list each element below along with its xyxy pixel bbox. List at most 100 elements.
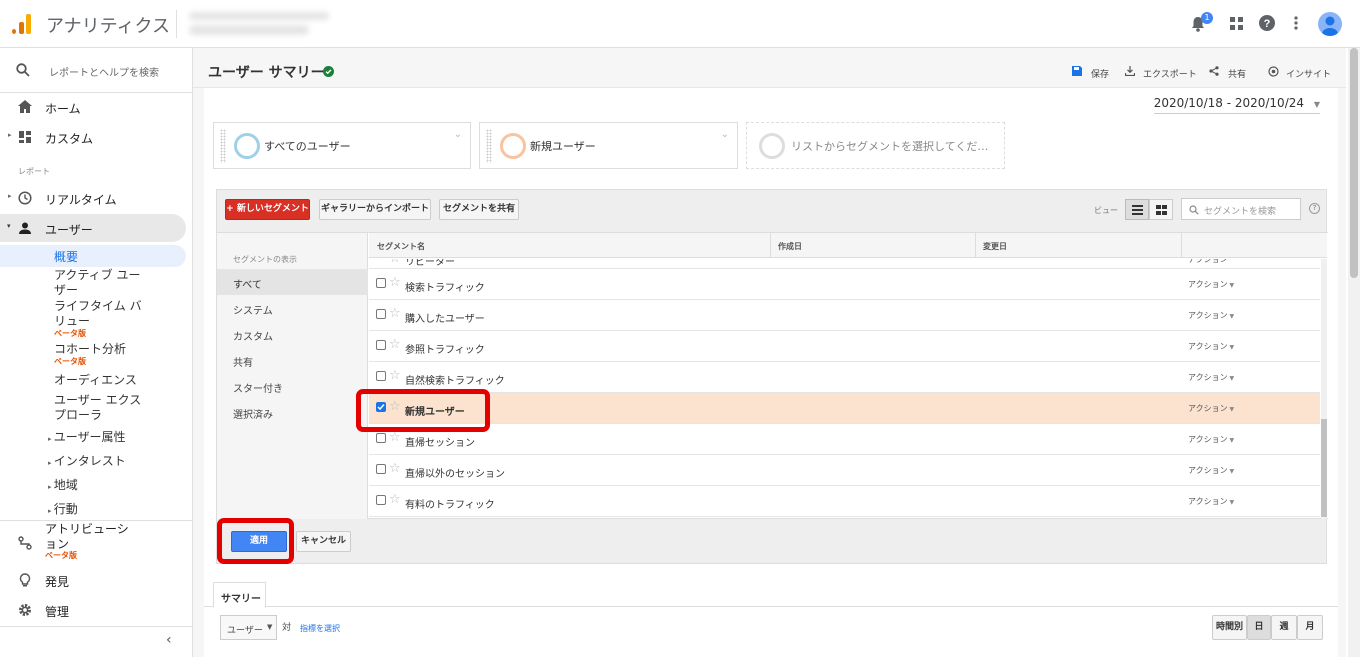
sidebar-search[interactable]: レポートとヘルプを検索 [0, 56, 193, 84]
help-icon[interactable]: ? [1258, 14, 1278, 34]
sidebar-item-cohort[interactable]: コホート分析 ベータ版 [54, 342, 174, 366]
date-range-picker[interactable]: 2020/10/18 - 2020/10/24 ▼ [1153, 96, 1320, 114]
table-row[interactable]: ☆ 購入したユーザー アクション ▼ [369, 300, 1320, 331]
segment-filter-shared[interactable]: 共有 [233, 354, 253, 369]
more-vert-icon[interactable] [1290, 14, 1310, 34]
segment-actions-menu[interactable]: アクション ▼ [1188, 310, 1234, 321]
hourly-button[interactable]: 時間別 [1212, 615, 1247, 640]
star-icon[interactable]: ☆ [389, 275, 401, 290]
month-button[interactable]: 月 [1297, 615, 1323, 640]
segment-filter-all[interactable]: すべて [217, 269, 368, 295]
analytics-logo[interactable] [10, 12, 32, 34]
share-button[interactable]: 共有 [1209, 66, 1249, 80]
sidebar-item-geo[interactable]: ▸ 地域 [48, 478, 78, 495]
segment-card-new-users[interactable]: 新規ユーザー ⌄ [479, 122, 738, 169]
sidebar-item-attribution[interactable]: アトリビューション ベータ版 [0, 521, 193, 561]
metric-select[interactable]: ユーザー ▼ [220, 615, 277, 640]
sidebar-item-lifetime-value[interactable]: ライフタイム バリュー ベータ版 [54, 299, 149, 338]
segment-checkbox[interactable] [376, 309, 386, 319]
segment-search-input[interactable]: セグメントを検索 [1181, 198, 1301, 220]
segment-checkbox[interactable] [376, 464, 386, 474]
segment-actions-menu[interactable]: アクション ▼ [1188, 465, 1234, 476]
new-segment-button[interactable]: + 新しいセグメント [225, 199, 310, 220]
sidebar-item-admin[interactable]: 管理 [0, 596, 186, 624]
segment-actions-label: アクション [1188, 373, 1228, 382]
star-icon[interactable]: ☆ [389, 337, 401, 352]
page-scrollbar[interactable] [1348, 48, 1360, 657]
segment-filter-starred[interactable]: スター付き [233, 380, 283, 395]
list-view-toggle[interactable] [1125, 199, 1149, 220]
drag-handle[interactable] [220, 129, 226, 163]
segment-checkbox[interactable] [376, 433, 386, 443]
column-header-created[interactable]: 作成日 [778, 241, 802, 252]
sidebar-item-behavior[interactable]: ▸ 行動 [48, 502, 78, 519]
segment-checkbox[interactable] [376, 371, 386, 381]
share-segment-button[interactable]: セグメントを共有 [439, 199, 519, 220]
star-icon[interactable]: ☆ [389, 368, 401, 383]
segment-checkbox[interactable] [376, 340, 386, 350]
table-row[interactable]: ☆ 自然検索トラフィック アクション ▼ [369, 362, 1320, 393]
import-from-gallery-button[interactable]: ギャラリーからインポート [319, 199, 431, 220]
star-icon[interactable]: ☆ [389, 461, 401, 476]
sidebar-item-custom[interactable]: ▸ カスタム [0, 123, 186, 151]
day-button[interactable]: 日 [1247, 615, 1271, 640]
clock-icon [18, 191, 32, 205]
sidebar-item-home[interactable]: ホーム [0, 93, 186, 121]
account-selector[interactable] [176, 10, 346, 38]
export-button[interactable]: エクスポート [1125, 66, 1197, 80]
page-scrollbar-thumb[interactable] [1350, 48, 1358, 278]
select-metric-link[interactable]: 指標を選択 [300, 623, 340, 634]
column-header-name[interactable]: セグメント名 [377, 241, 425, 252]
week-button[interactable]: 週 [1271, 615, 1297, 640]
insights-button[interactable]: インサイト [1268, 66, 1334, 80]
segment-actions-menu[interactable]: アクション ▼ [1188, 434, 1234, 445]
sidebar-item-interests[interactable]: ▸ インタレスト [48, 454, 126, 471]
save-button[interactable]: 保存 [1072, 66, 1112, 80]
star-icon[interactable]: ☆ [389, 492, 401, 507]
segment-filter-selected[interactable]: 選択済み [233, 406, 273, 421]
grid-view-toggle[interactable] [1149, 199, 1173, 220]
star-icon[interactable]: ☆ [389, 430, 401, 445]
sidebar-label-attribution: アトリビューション [45, 522, 129, 551]
sidebar-item-active-users[interactable]: アクティブ ユーザー [54, 268, 149, 298]
segment-card-all-users[interactable]: すべてのユーザー ⌄ [213, 122, 471, 169]
collapse-sidebar-icon[interactable]: ‹ [166, 632, 172, 648]
segment-actions-menu[interactable]: アクション ▼ [1188, 496, 1234, 507]
chevron-down-icon: ▼ [1227, 499, 1235, 506]
drag-handle[interactable] [486, 129, 492, 163]
segment-color-ring [500, 133, 526, 159]
avatar[interactable] [1318, 12, 1342, 36]
sidebar-item-users[interactable]: ▾ ユーザー [0, 214, 186, 242]
sidebar-item-user-explorer[interactable]: ユーザー エクスプローラ [54, 393, 149, 423]
table-row[interactable]: ☆ 参照トラフィック アクション ▼ [369, 331, 1320, 362]
column-header-modified[interactable]: 変更日 [983, 241, 1007, 252]
segment-actions-menu[interactable]: アクション ▼ [1188, 403, 1234, 414]
cancel-button[interactable]: キャンセル [296, 531, 351, 552]
segment-filter-custom[interactable]: カスタム [233, 328, 273, 343]
segment-actions-menu[interactable]: アクション ▼ [1188, 279, 1234, 290]
sidebar-item-overview[interactable]: 概要 [0, 245, 186, 267]
segment-actions-menu[interactable]: アクション ▼ [1188, 372, 1234, 383]
sidebar-item-audience[interactable]: オーディエンス [54, 373, 137, 388]
list-scrollbar-thumb[interactable] [1321, 419, 1327, 517]
segment-checkbox[interactable] [376, 278, 386, 288]
apps-grid-icon[interactable] [1227, 14, 1247, 34]
table-row[interactable]: ☆ 直帰以外のセッション アクション ▼ [369, 455, 1320, 486]
help-icon[interactable]: ? [1309, 203, 1320, 214]
table-row[interactable]: ☆ 検索トラフィック アクション ▼ [369, 269, 1320, 300]
star-icon[interactable]: ☆ [389, 306, 401, 321]
sidebar-item-user-attributes[interactable]: ▸ ユーザー属性 [48, 430, 126, 447]
segment-checkbox[interactable] [376, 495, 386, 505]
table-row[interactable]: ☆ 有料のトラフィック アクション ▼ [369, 486, 1320, 517]
tab-summary[interactable]: サマリー [213, 582, 266, 608]
list-scrollbar[interactable] [1321, 259, 1327, 519]
table-row[interactable]: ☆ 新規ユーザー アクション ▼ [369, 393, 1320, 424]
segment-actions-menu[interactable]: アクション ▼ [1188, 341, 1234, 352]
sidebar-item-discover[interactable]: 発見 [0, 566, 186, 594]
segment-filter-system[interactable]: システム [233, 302, 273, 317]
chevron-down-icon[interactable]: ⌄ [454, 129, 462, 140]
table-row[interactable]: ☆ 直帰セッション アクション ▼ [369, 424, 1320, 455]
segment-card-empty[interactable]: リストからセグメントを選択してくだ… [746, 122, 1005, 169]
chevron-down-icon[interactable]: ⌄ [721, 129, 729, 140]
sidebar-item-realtime[interactable]: ▸ リアルタイム [0, 184, 186, 212]
